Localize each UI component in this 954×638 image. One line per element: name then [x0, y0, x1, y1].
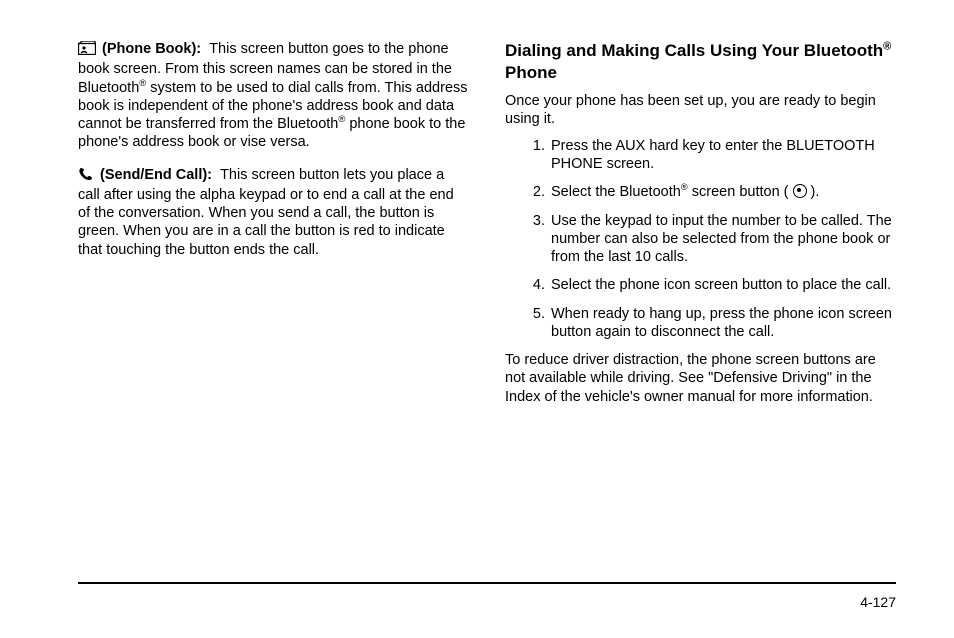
closing-paragraph: To reduce driver distraction, the phone … [505, 351, 896, 406]
send-end-entry: (Send/End Call): This screen button lets… [78, 166, 469, 259]
send-end-label: (Send/End Call): [100, 167, 212, 183]
steps-list: Press the AUX hard key to enter the BLUE… [505, 137, 896, 341]
bluetooth-button-icon [793, 184, 807, 198]
right-column: Dialing and Making Calls Using Your Blue… [505, 40, 896, 582]
left-column: (Phone Book): This screen button goes to… [78, 40, 469, 582]
two-column-layout: (Phone Book): This screen button goes to… [78, 40, 896, 582]
heading-text-1: Dialing and Making Calls Using Your Blue… [505, 41, 883, 60]
page-footer: 4-127 [78, 582, 896, 610]
page-number: 4-127 [78, 594, 896, 610]
step-item: Select the phone icon screen button to p… [549, 276, 896, 294]
section-heading: Dialing and Making Calls Using Your Blue… [505, 40, 896, 84]
registered-mark: ® [681, 181, 688, 192]
manual-page: (Phone Book): This screen button goes to… [0, 0, 954, 638]
step-item: Select the Bluetooth® screen button ( ). [549, 183, 896, 201]
step-item: When ready to hang up, press the phone i… [549, 305, 896, 342]
registered-mark: ® [883, 40, 891, 52]
phone-book-entry: (Phone Book): This screen button goes to… [78, 40, 469, 152]
heading-text-2: Phone [505, 63, 557, 82]
phone-book-icon [78, 41, 96, 60]
step-item: Press the AUX hard key to enter the BLUE… [549, 137, 896, 174]
step2-text-2: screen button ( [688, 184, 793, 200]
step2-text-3: ). [807, 184, 820, 200]
intro-paragraph: Once your phone has been set up, you are… [505, 92, 896, 129]
phone-book-label: (Phone Book): [102, 41, 201, 57]
step2-text-1: Select the Bluetooth [551, 184, 681, 200]
footer-rule [78, 582, 896, 584]
step-item: Use the keypad to input the number to be… [549, 212, 896, 267]
phone-handset-icon [78, 167, 94, 186]
